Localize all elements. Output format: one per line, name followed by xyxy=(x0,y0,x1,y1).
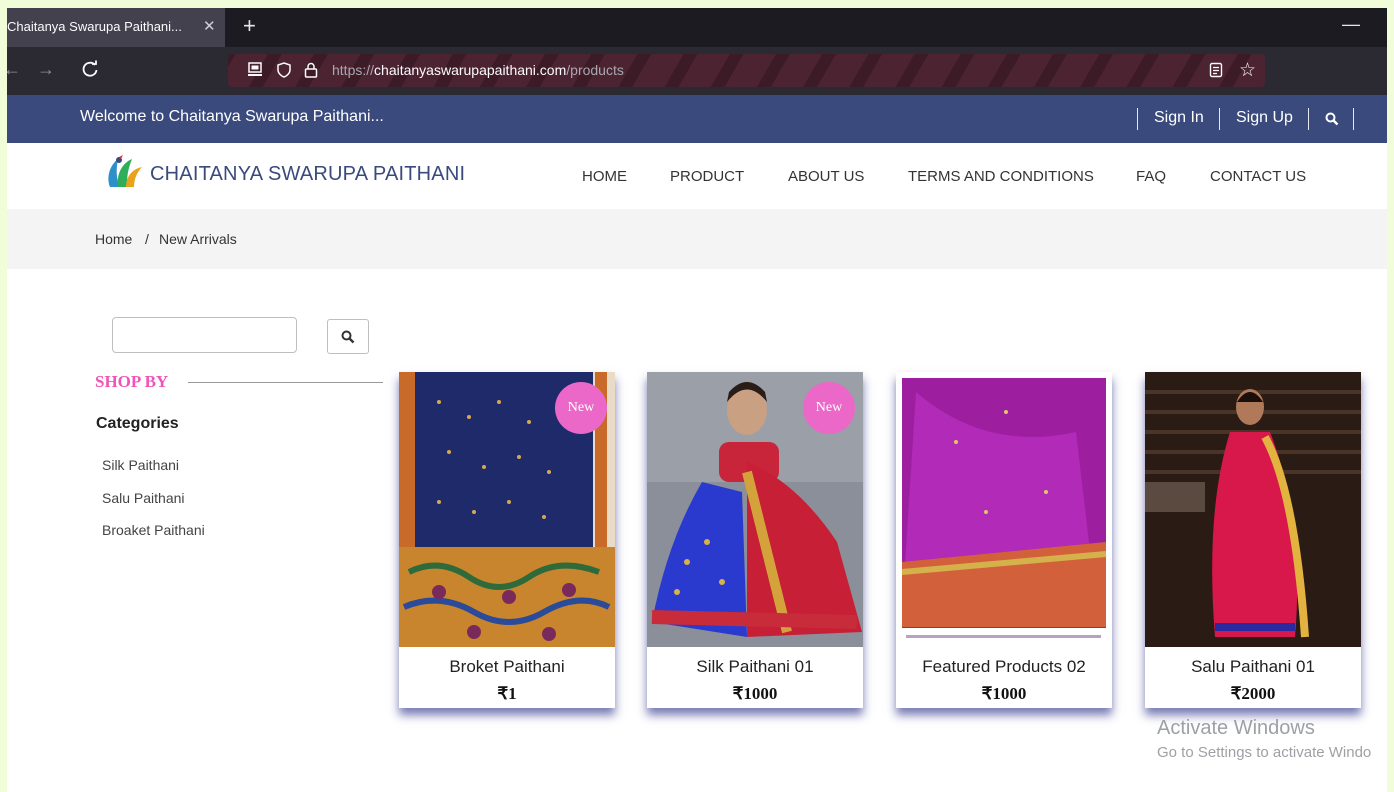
minimize-button[interactable]: — xyxy=(1342,14,1360,35)
topbar-divider xyxy=(1308,108,1309,130)
search-icon[interactable] xyxy=(1325,112,1339,126)
product-card[interactable]: New Silk Paithani 01 ₹1000 xyxy=(647,372,863,708)
product-name[interactable]: Broket Paithani xyxy=(399,657,615,677)
reader-privacy-icon xyxy=(248,62,262,76)
breadcrumb-separator: / xyxy=(145,231,149,247)
product-search-input[interactable] xyxy=(112,317,297,353)
nav-contact-us[interactable]: CONTACT US xyxy=(1210,168,1306,185)
nav-home[interactable]: HOME xyxy=(582,168,627,185)
sign-in-link[interactable]: Sign In xyxy=(1154,109,1204,127)
reader-view-icon[interactable] xyxy=(1208,62,1224,78)
site-header: CHAITANYA SWARUPA PAITHANI HOME PRODUCT … xyxy=(7,143,1387,209)
nav-terms-and-conditions[interactable]: TERMS AND CONDITIONS xyxy=(908,168,1094,185)
product-card[interactable]: New Broket Paithani ₹1 xyxy=(399,372,615,708)
url-text: https://chaitanyaswarupapaithani.com/pro… xyxy=(332,62,624,78)
nav-product[interactable]: PRODUCT xyxy=(670,168,744,185)
product-price: ₹1000 xyxy=(981,684,1027,703)
browser-window: Chaitanya Swarupa Paithani... ✕ + — ← → xyxy=(7,8,1387,792)
product-price: ₹1 xyxy=(497,684,517,703)
breadcrumb: Home / New Arrivals xyxy=(7,209,1387,269)
category-salu-paithani[interactable]: Salu Paithani xyxy=(102,490,185,506)
product-image[interactable] xyxy=(1145,372,1361,647)
nav-about-us[interactable]: ABOUT US xyxy=(788,168,864,185)
url-host: chaitanyaswarupapaithani.com xyxy=(374,62,567,78)
shield-icon[interactable] xyxy=(276,62,292,78)
reload-icon[interactable] xyxy=(80,59,100,79)
product-price: ₹1000 xyxy=(732,684,778,703)
sign-up-link[interactable]: Sign Up xyxy=(1236,109,1293,127)
browser-tab[interactable]: Chaitanya Swarupa Paithani... ✕ xyxy=(7,8,225,47)
topbar-divider xyxy=(1137,108,1138,130)
back-icon[interactable]: ← xyxy=(7,59,21,80)
breadcrumb-current: New Arrivals xyxy=(159,231,237,247)
product-price: ₹2000 xyxy=(1230,684,1276,703)
product-search-button[interactable] xyxy=(327,319,369,354)
breadcrumb-home[interactable]: Home xyxy=(95,231,132,247)
new-badge: New xyxy=(555,382,607,434)
forward-icon[interactable]: → xyxy=(37,59,55,80)
search-icon xyxy=(341,330,355,344)
url-scheme: https:// xyxy=(332,62,375,78)
categories-heading: Categories xyxy=(96,415,179,432)
category-silk-paithani[interactable]: Silk Paithani xyxy=(102,457,179,473)
product-card[interactable]: Salu Paithani 01 ₹2000 xyxy=(1145,372,1361,708)
topbar-divider xyxy=(1353,108,1354,130)
address-bar[interactable]: https://chaitanyaswarupapaithani.com/pro… xyxy=(228,54,1265,87)
topbar-divider xyxy=(1219,108,1220,130)
category-broaket-paithani[interactable]: Broaket Paithani xyxy=(102,522,205,538)
product-name[interactable]: Featured Products 02 xyxy=(896,657,1112,677)
product-image[interactable] xyxy=(896,372,1112,647)
brand-name[interactable]: CHAITANYA SWARUPA PAITHANI xyxy=(150,163,465,186)
url-path: /products xyxy=(566,62,624,78)
new-badge: New xyxy=(803,382,855,434)
shop-by-heading: SHOP BY xyxy=(95,372,169,391)
welcome-text: Welcome to Chaitanya Swarupa Paithani... xyxy=(80,108,384,125)
lock-icon[interactable] xyxy=(303,62,319,78)
new-tab-button[interactable]: + xyxy=(243,13,256,39)
activate-windows-subtitle: Go to Settings to activate Windo xyxy=(1157,744,1372,761)
activate-windows-title: Activate Windows xyxy=(1157,717,1315,739)
tab-close-icon[interactable]: ✕ xyxy=(203,17,216,35)
product-name[interactable]: Salu Paithani 01 xyxy=(1145,657,1361,677)
nav-faq[interactable]: FAQ xyxy=(1136,168,1166,185)
shop-by-divider xyxy=(188,382,383,383)
bookmark-star-icon[interactable]: ☆ xyxy=(1239,59,1256,82)
tab-title: Chaitanya Swarupa Paithani... xyxy=(7,19,182,34)
tab-strip: Chaitanya Swarupa Paithani... ✕ + — xyxy=(7,8,1387,47)
peacock-logo-icon[interactable] xyxy=(104,153,144,189)
browser-toolbar: ← → https://chaitanyaswarupapaithani.com… xyxy=(7,47,1387,95)
product-name[interactable]: Silk Paithani 01 xyxy=(647,657,863,677)
site-topbar: Welcome to Chaitanya Swarupa Paithani...… xyxy=(7,95,1387,143)
product-card[interactable]: Featured Products 02 ₹1000 xyxy=(896,372,1112,708)
